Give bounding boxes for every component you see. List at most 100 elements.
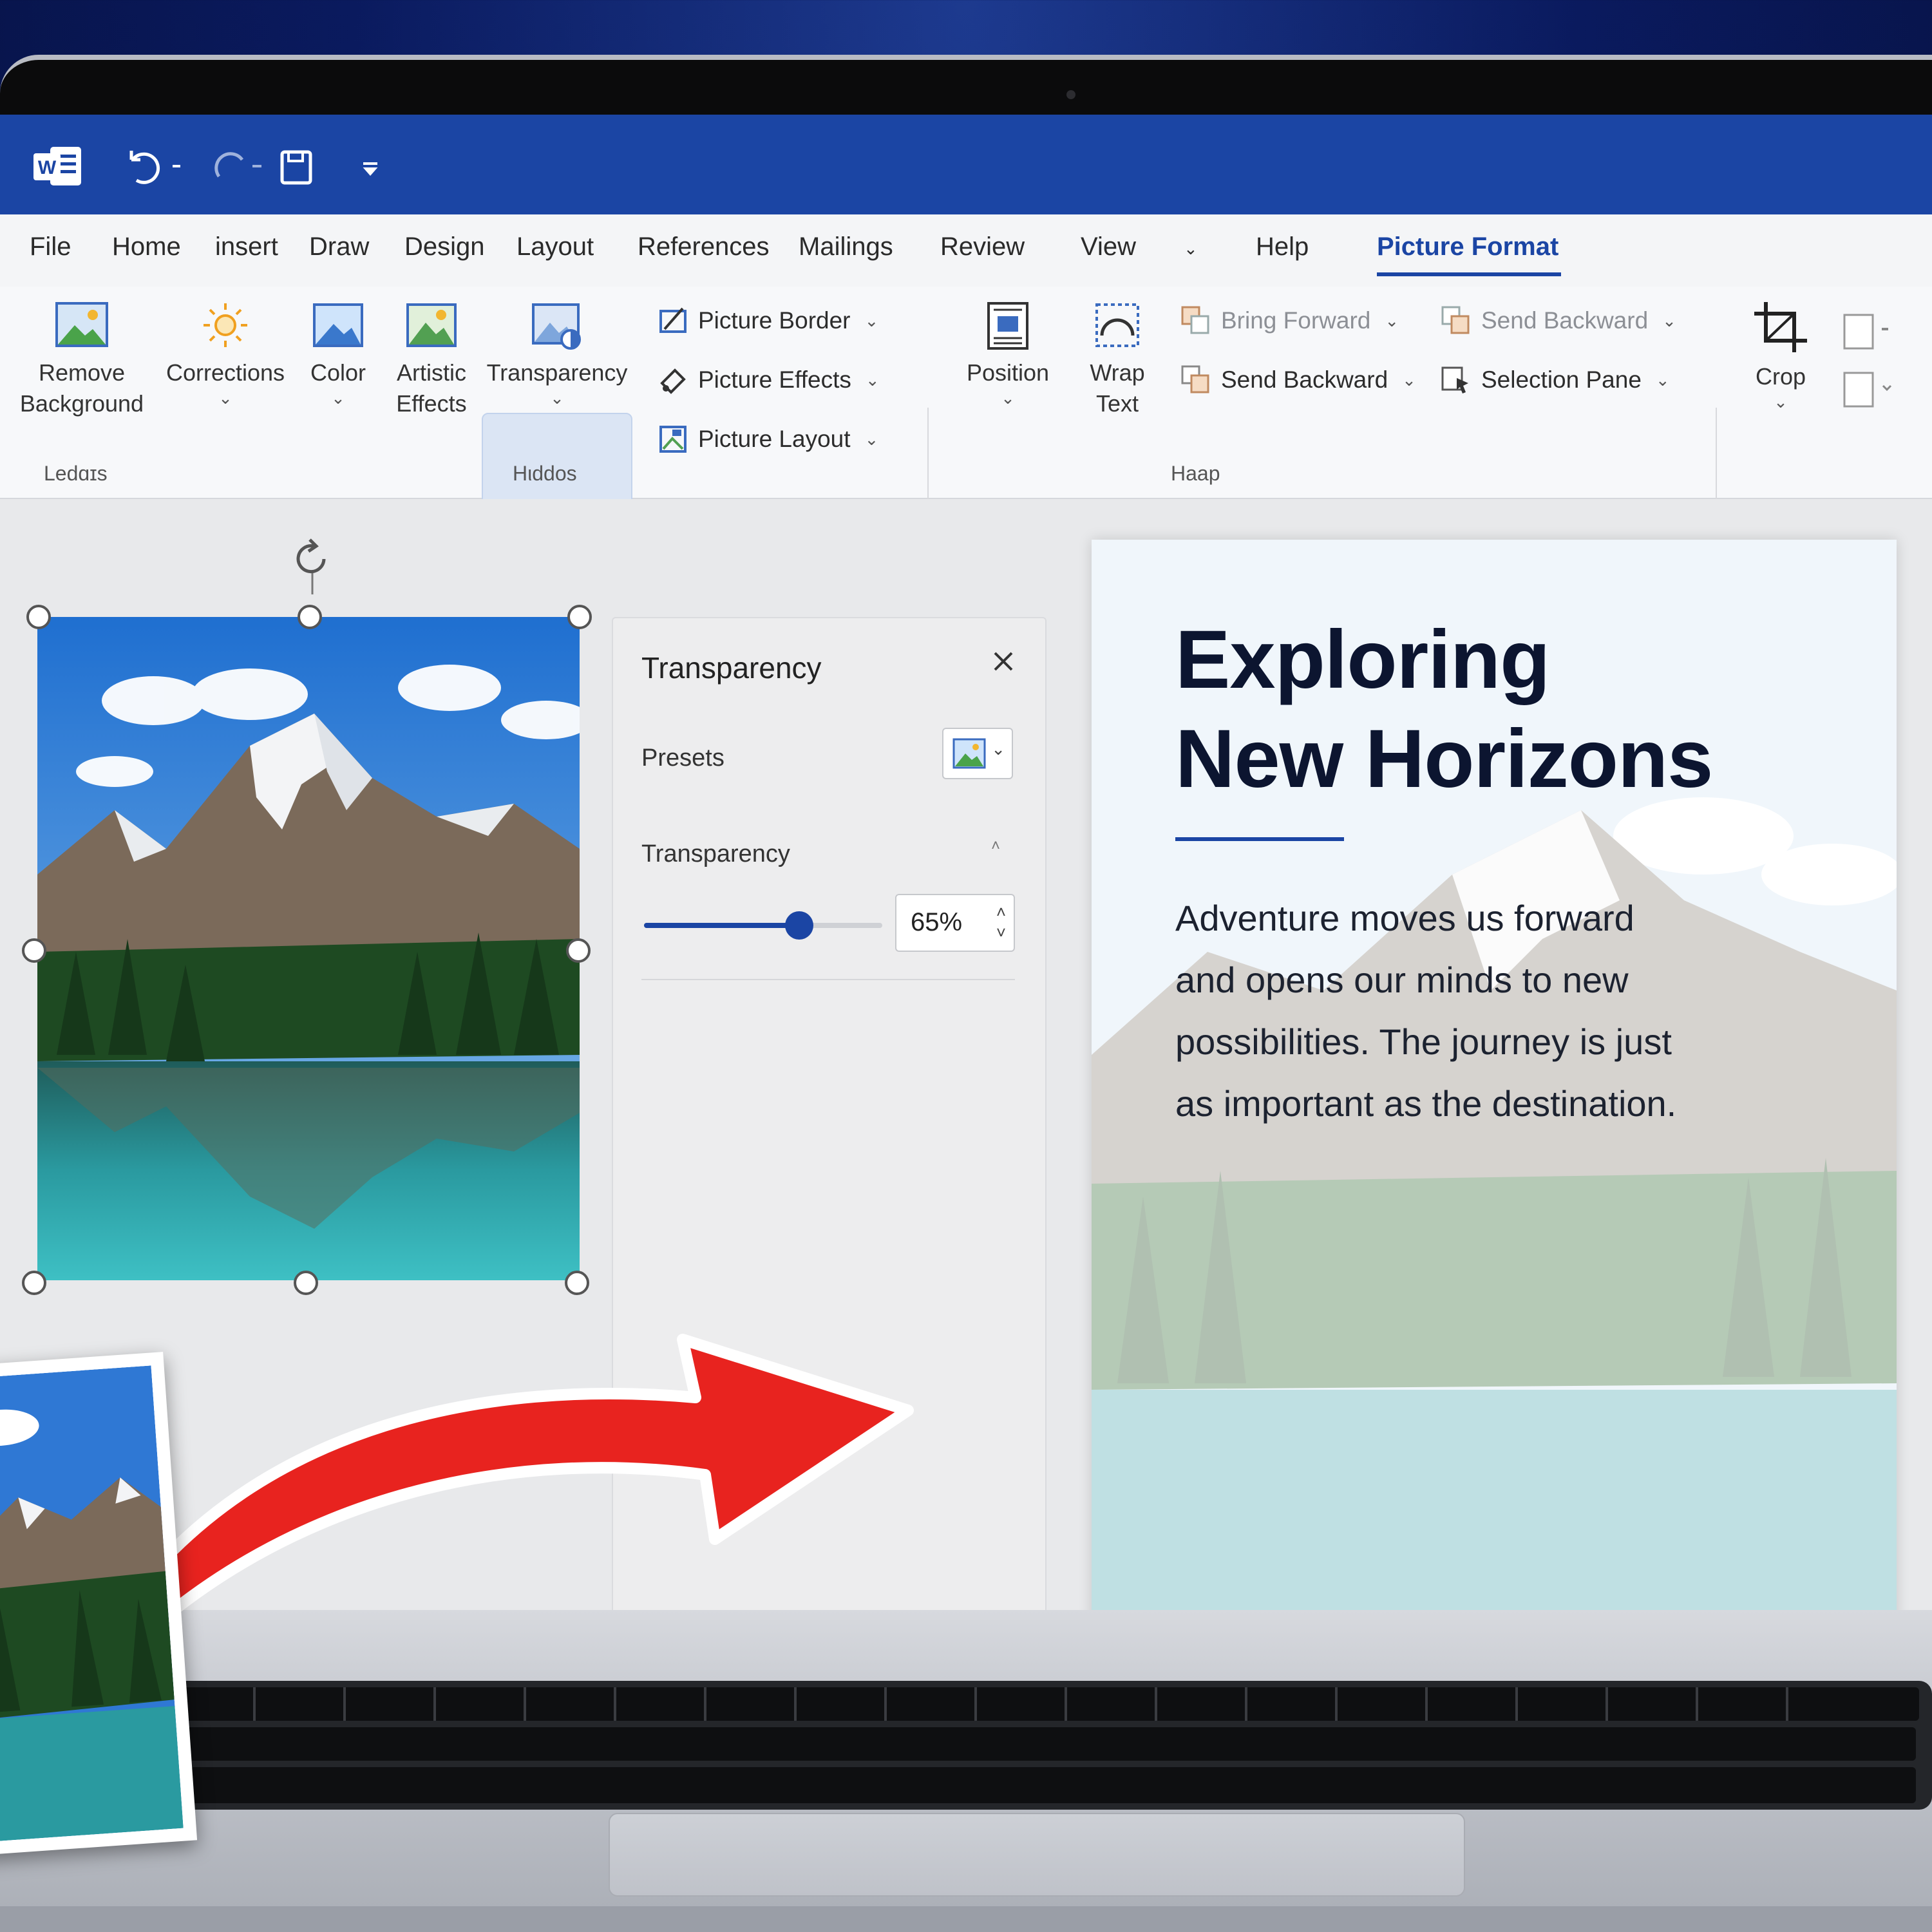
send-backward-top-button[interactable]: Send Backward ⌄: [1440, 305, 1676, 337]
chevron-down-icon: ⌄: [991, 739, 1005, 759]
chevron-down-icon: ⌄: [1655, 370, 1670, 390]
resize-handle[interactable]: [26, 605, 51, 629]
laptop-edge: [0, 1906, 1932, 1932]
tab-mailings[interactable]: Mailings: [799, 232, 893, 261]
artistic-effects-button[interactable]: Artistic Effects: [386, 299, 477, 419]
chevron-down-icon: ⌄: [218, 388, 232, 408]
keys-graphic: [164, 1687, 1919, 1803]
crop-icon: [1754, 302, 1807, 352]
send-backward-button[interactable]: Send Backward ⌄: [1180, 364, 1416, 396]
remove-background-button[interactable]: Remove Background: [14, 299, 149, 419]
transparency-label: Transparency: [641, 840, 790, 867]
bring-forward-button[interactable]: Bring Forward ⌄: [1180, 305, 1399, 337]
picture-layout-button[interactable]: Picture Layout ⌄: [657, 423, 878, 455]
chevron-down-icon: ⌄: [331, 388, 345, 408]
tab-view[interactable]: View: [1081, 232, 1136, 261]
tab-help[interactable]: Help: [1256, 232, 1309, 261]
crop-button[interactable]: Crop ⌄: [1739, 299, 1823, 412]
height-icon[interactable]: [1842, 312, 1893, 351]
bring-forward-icon: [1181, 306, 1209, 334]
more-tabs-chevron-icon[interactable]: ⌄: [1184, 239, 1198, 259]
rotate-handle-icon[interactable]: [287, 533, 338, 594]
chevron-down-icon: ⌄: [865, 370, 880, 390]
keyboard: [151, 1681, 1932, 1810]
resize-handle[interactable]: [22, 1271, 46, 1295]
ribbon: Remove Background Corrections ⌄ Color ⌄ …: [0, 287, 1932, 607]
resize-handle[interactable]: [566, 938, 591, 963]
transparency-button-content[interactable]: Transparency ⌄: [482, 299, 632, 408]
picture-border-icon: [659, 307, 687, 333]
customize-icon[interactable]: [358, 147, 384, 188]
group-label-arrange: Haap: [1171, 462, 1220, 485]
presets-dropdown[interactable]: ⌄: [942, 728, 1013, 779]
tab-design[interactable]: Design: [404, 232, 485, 261]
photo-print-image: [0, 1365, 184, 1842]
active-tab-indicator: [1377, 272, 1561, 276]
transparency-value: 65%: [911, 908, 963, 936]
picture-layout-icon: [659, 426, 687, 453]
chevron-down-icon: ⌄: [1774, 392, 1788, 412]
document-title: Exploring New Horizons: [1175, 614, 1713, 805]
chevron-down-icon: ⌄: [1001, 388, 1015, 408]
spin-arrows[interactable]: ˄ ˅: [996, 902, 1006, 943]
touchpad: [609, 1813, 1465, 1897]
pane-title: Transparency: [641, 651, 822, 685]
pane-divider: [641, 979, 1015, 980]
sun-icon: [204, 303, 247, 347]
tab-home[interactable]: Home: [112, 232, 181, 261]
color-button[interactable]: Color ⌄: [303, 299, 374, 408]
word-icon: W: [33, 147, 81, 185]
title-underline: [1175, 837, 1344, 841]
redo-icon[interactable]: [204, 147, 268, 188]
width-icon[interactable]: [1842, 370, 1893, 409]
chevron-down-icon: ⌄: [864, 310, 879, 330]
close-icon[interactable]: [987, 645, 1019, 677]
chevron-down-icon[interactable]: ˅: [996, 922, 1006, 943]
picture-border-button[interactable]: Picture Border ⌄: [657, 305, 878, 337]
position-button[interactable]: Position ⌄: [953, 299, 1063, 408]
document-body: Adventure moves us forward and opens our…: [1175, 898, 1677, 1124]
send-backward-icon: [1181, 365, 1209, 393]
corrections-button[interactable]: Corrections ⌄: [161, 299, 290, 408]
presets-label: Presets: [641, 744, 724, 772]
tab-draw[interactable]: Draw: [309, 232, 369, 261]
tab-references[interactable]: References: [638, 232, 770, 261]
chevron-down-icon: ⌄: [864, 429, 879, 449]
slider-fill: [644, 923, 799, 928]
wrap-text-button[interactable]: Wrap Text: [1069, 299, 1166, 419]
transparency-icon: [532, 303, 581, 350]
chevron-up-icon[interactable]: ˄: [996, 902, 1006, 922]
group-label-adjust: Ledɑɪs: [44, 462, 108, 485]
tab-layout[interactable]: Layout: [516, 232, 594, 261]
chevron-down-icon: ⌄: [550, 388, 564, 408]
resize-handle[interactable]: [567, 605, 592, 629]
tab-review[interactable]: Review: [940, 232, 1025, 261]
save-icon[interactable]: [278, 147, 317, 188]
picture-effects-button[interactable]: Picture Effects ⌄: [657, 364, 880, 396]
transparency-slider[interactable]: [644, 911, 882, 940]
red-arrow-icon: [136, 1334, 914, 1616]
svg-text:W: W: [38, 157, 57, 178]
wrap-text-icon: [1095, 303, 1139, 347]
tab-picture-format[interactable]: Picture Format: [1377, 232, 1558, 261]
title-bar: W: [0, 115, 1932, 214]
collapse-icon[interactable]: ˄: [991, 837, 1000, 855]
tab-insert[interactable]: insert: [215, 232, 278, 261]
selected-picture[interactable]: [37, 617, 580, 1280]
color-icon: [313, 303, 363, 347]
artistic-effects-icon: [406, 303, 457, 347]
undo-icon[interactable]: [122, 147, 187, 188]
chevron-down-icon: ⌄: [1662, 310, 1676, 330]
document-page[interactable]: Exploring New Horizons Adventure moves u…: [1092, 540, 1897, 1615]
chevron-down-icon: ⌄: [1402, 370, 1416, 390]
tab-file[interactable]: File: [30, 232, 71, 261]
selection-pane-icon: [1441, 366, 1468, 393]
picture-effects-icon: [660, 368, 686, 394]
slider-thumb[interactable]: [784, 911, 813, 940]
transparency-spinbox[interactable]: 65% ˄ ˅: [895, 894, 1015, 952]
chevron-down-icon: ⌄: [1385, 310, 1399, 330]
ribbon-tabs: File Home insert Draw Design Layout Refe…: [0, 214, 1932, 287]
resize-handle[interactable]: [22, 938, 46, 963]
selection-pane-button[interactable]: Selection Pane ⌄: [1440, 364, 1670, 396]
resize-handle[interactable]: [298, 605, 322, 629]
